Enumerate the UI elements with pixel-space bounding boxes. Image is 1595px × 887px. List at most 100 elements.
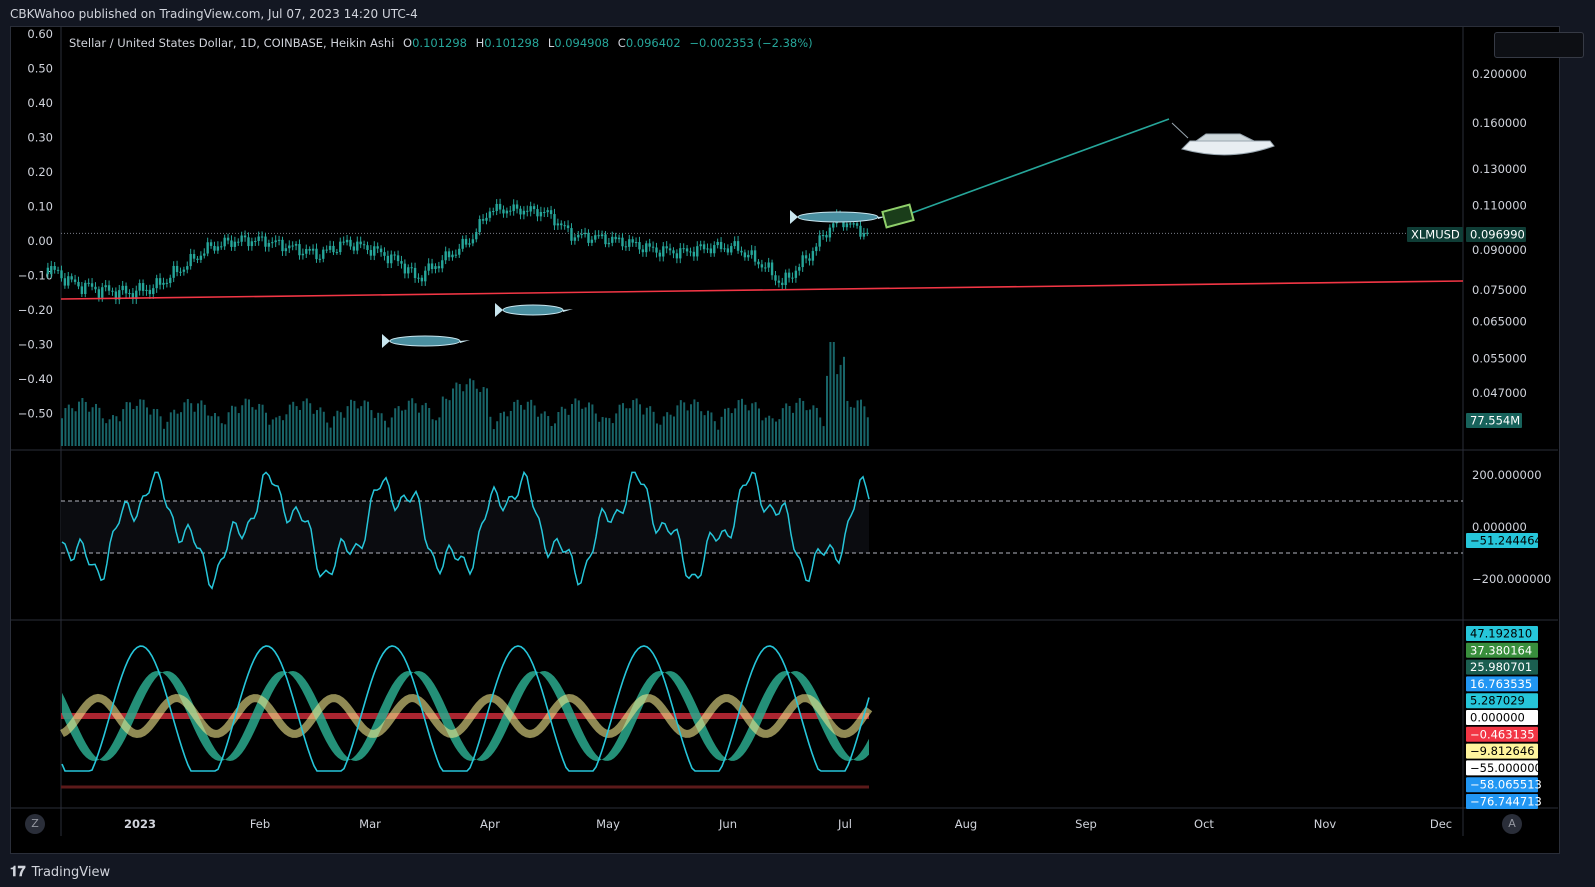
candle-body: [597, 235, 600, 237]
candle-body: [798, 267, 801, 271]
volume-bar: [707, 410, 709, 446]
volume-bar: [268, 424, 271, 446]
left-y-tick-label: 0.00: [27, 234, 53, 248]
volume-bar: [95, 403, 97, 446]
footer-brand: TradingView: [31, 864, 111, 880]
fish-sticker-3: [790, 210, 888, 224]
candle-body: [845, 223, 849, 228]
candle-body: [376, 246, 379, 249]
volume-bar: [673, 416, 675, 446]
volume-bar: [88, 411, 91, 446]
candle-body: [566, 225, 570, 229]
candle-body: [478, 219, 481, 233]
volume-bar: [550, 426, 553, 446]
candle-body: [743, 252, 747, 258]
volume-bar: [452, 388, 454, 446]
candle-body: [373, 246, 376, 256]
volume-bar: [802, 400, 805, 446]
candle-body: [169, 277, 172, 284]
open-value: 0.101298: [412, 36, 467, 50]
close-label: C: [617, 36, 626, 50]
candle-body: [825, 235, 828, 238]
right-y-tick-label: 0.130000: [1472, 162, 1527, 176]
volume-bar: [479, 392, 482, 446]
volume-bar: [282, 420, 284, 446]
candle-body: [206, 242, 209, 254]
wave-value-label: 0.000000: [1466, 710, 1538, 725]
candle-body: [648, 243, 651, 247]
volume-bar: [608, 418, 611, 446]
volume-bar: [299, 409, 301, 446]
volume-bar: [710, 412, 713, 446]
candle-body: [774, 275, 777, 281]
left-y-tick-label: 0.50: [27, 62, 53, 76]
trendline-support: [60, 280, 1464, 300]
candle-body: [594, 235, 597, 240]
x-tick-label: Feb: [250, 817, 270, 831]
candle-body: [471, 239, 475, 244]
candle-body: [298, 244, 301, 256]
candle-body: [63, 278, 67, 286]
indicator-box[interactable]: [1494, 32, 1584, 58]
volume-bar: [645, 407, 648, 446]
candle-body: [213, 245, 216, 251]
candle-body: [301, 253, 305, 256]
volume-bar: [401, 410, 403, 446]
candle-body: [811, 251, 815, 261]
candle-body: [719, 241, 723, 250]
chart-canvas[interactable]: 2023 Feb Mar Apr May Jun Jul Aug Sep Oct Nov Dec 0.6…: [0, 0, 1595, 887]
candle-body: [730, 246, 733, 253]
volume-bar: [418, 412, 420, 446]
candle-body: [291, 245, 294, 247]
volume-bar: [271, 419, 274, 446]
candle-body: [417, 277, 420, 279]
volume-bar: [200, 400, 203, 446]
candle-body: [277, 239, 281, 241]
auto-scale-button[interactable]: A: [1502, 814, 1522, 834]
candle-body: [128, 293, 131, 295]
volume-bar: [839, 364, 842, 446]
candle-body: [651, 246, 655, 248]
candle-body: [764, 267, 767, 269]
zoom-button[interactable]: Z: [25, 814, 45, 834]
low-value: 0.094908: [554, 36, 610, 50]
wave-value-label-text: 16.763535: [1470, 677, 1532, 691]
volume-bar: [152, 408, 155, 446]
candle-body: [750, 250, 753, 255]
volume-bar: [159, 416, 162, 446]
volume-bar: [754, 402, 757, 446]
volume-bar: [615, 413, 618, 446]
volume-bar: [397, 406, 400, 446]
volume-bar: [866, 417, 869, 446]
volume-bar: [826, 375, 828, 446]
close-value: 0.096402: [625, 36, 681, 50]
volume-bar: [815, 407, 818, 446]
candle-body: [665, 246, 668, 249]
candle-body: [60, 270, 63, 279]
volume-bar: [792, 412, 794, 446]
candle-body: [716, 241, 719, 246]
volume-bar: [554, 423, 556, 446]
candle-body: [631, 239, 634, 243]
candle-body: [583, 232, 587, 235]
candle-body: [267, 243, 271, 247]
volume-bar: [598, 421, 601, 446]
candle-body: [345, 239, 349, 243]
wave-value-label: −76.744713: [1466, 794, 1542, 809]
volume-bar: [61, 418, 63, 446]
volume-bar: [428, 408, 431, 446]
volume-bar: [458, 384, 461, 446]
candle-body: [410, 267, 413, 269]
candle-body: [237, 241, 240, 243]
wave-value-label-text: −76.744713: [1470, 795, 1542, 809]
x-tick-label: Apr: [480, 817, 500, 831]
volume-bar: [390, 417, 393, 446]
volume-bar: [254, 409, 257, 446]
volume-bar: [462, 391, 465, 446]
candle-body: [512, 204, 515, 212]
volume-bar: [404, 409, 407, 446]
candle-body: [560, 223, 563, 226]
left-y-tick-label: 0.20: [27, 165, 53, 179]
boat-hull-icon: [1181, 140, 1275, 156]
volume-bar: [496, 421, 499, 446]
